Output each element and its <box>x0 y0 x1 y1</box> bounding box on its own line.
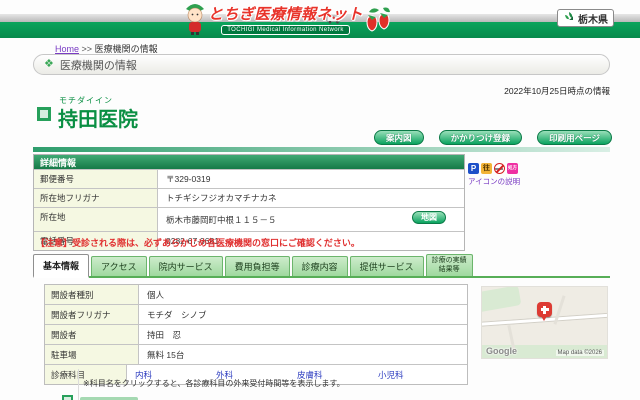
section-header: ❖ 医療機関の情報 <box>33 54 610 75</box>
row-value: トチギシフジオカマチナカネ <box>166 193 277 203</box>
row-value: モチダ シノブ <box>147 309 207 320</box>
row-label: 開設者 <box>45 325 139 344</box>
breadcrumb-current: 医療機関の情報 <box>94 44 158 54</box>
tab-results[interactable]: 診療の実績 結果等 <box>425 254 473 276</box>
map-thumbnail[interactable]: Google Map data ©2026 <box>481 286 608 359</box>
tab-bar: 基本情報 アクセス 院内サービス 費用負担等 診療内容 提供サービス 診療の実績… <box>33 250 610 278</box>
table-row: 開設者フリガナ モチダ シノブ <box>45 304 467 324</box>
prescription-icon: 処方 <box>507 163 518 174</box>
mascot-icon <box>182 0 208 41</box>
section-title: 医療機関の情報 <box>59 59 137 72</box>
table-row: 開設者種別 個人 <box>45 285 467 304</box>
google-logo: Google <box>486 346 517 356</box>
site-subtitle: TOCHIGI Medical Information Network <box>221 25 350 35</box>
row-value: 〒329-0319 <box>166 174 211 184</box>
page: とちぎ医療情報ネット TOCHIGI Medical Information N… <box>0 0 640 400</box>
site-title: とちぎ医療情報ネット <box>208 6 364 23</box>
diamond-icon: ❖ <box>44 58 54 70</box>
row-label: 所在地フリガナ <box>34 189 158 207</box>
row-label: 開設者フリガナ <box>45 305 139 324</box>
table-row: 所在地フリガナ トチギシフジオカマチナカネ <box>34 188 464 207</box>
tab-basic-info[interactable]: 基本情報 <box>33 254 90 278</box>
row-label: 所在地 <box>34 208 158 231</box>
title-underline-bar <box>33 147 610 152</box>
map-attribution: Map data ©2026 <box>555 350 604 356</box>
strawberries-icon <box>363 0 393 41</box>
table-row: 開設者 持田 忍 <box>45 324 467 344</box>
row-label: 郵便番号 <box>34 170 158 188</box>
site-logo: とちぎ医療情報ネット TOCHIGI Medical Information N… <box>182 0 393 38</box>
tab-medical-content[interactable]: 診療内容 <box>291 256 348 276</box>
row-label: 開設者種別 <box>45 285 139 304</box>
detail-table-header: 詳細情報 <box>34 155 464 169</box>
breadcrumb-separator: >> <box>81 44 93 54</box>
family-doctor-register-button[interactable]: かかりつけ登録 <box>438 130 523 145</box>
no-smoking-icon <box>494 163 505 174</box>
parking-icon: P <box>468 163 479 174</box>
map-button[interactable]: 地図 <box>412 211 446 224</box>
pref-label: 栃木県 <box>578 14 608 26</box>
pref-leaf-icon <box>563 11 575 26</box>
action-buttons: 案内図 かかりつけ登録 印刷用ページ <box>374 130 612 145</box>
department-link-pediatrics[interactable]: 小児科 <box>378 369 459 381</box>
breadcrumb-home-link[interactable]: Home <box>55 44 79 54</box>
table-row: 郵便番号 〒329-0319 <box>34 169 464 188</box>
facility-square-icon <box>37 107 51 121</box>
table-row: 駐車場 無料 15台 <box>45 344 467 364</box>
departments-footnote: ※科目名をクリックすると、各診療科目の外来受付時間等を表示します。 <box>83 379 345 388</box>
tab-cost-burden[interactable]: 費用負担等 <box>224 256 290 276</box>
print-page-button[interactable]: 印刷用ページ <box>537 130 612 145</box>
icon-legend-link[interactable]: アイコンの説明 <box>468 176 520 187</box>
house-call-icon: 往 <box>481 163 492 174</box>
row-value: 栃木市藤岡町中根１１５－５ 地図 <box>158 208 464 231</box>
tab-provided-services[interactable]: 提供サービス <box>349 256 424 276</box>
map-marker-icon <box>537 302 552 321</box>
data-date-note: 2022年10月25日時点の情報 <box>504 86 610 96</box>
guide-map-button[interactable]: 案内図 <box>374 130 424 145</box>
row-value: 無料 15台 <box>147 349 185 360</box>
next-section-square-icon <box>62 395 73 400</box>
icon-legend: P 往 処方 アイコンの説明 <box>468 163 520 187</box>
facility-name: 持田医院 <box>58 109 138 131</box>
row-value: 個人 <box>147 289 165 300</box>
row-label: 駐車場 <box>45 345 139 364</box>
table-row: 所在地 栃木市藤岡町中根１１５－５ 地図 <box>34 207 464 231</box>
basic-info-table: 開設者種別 個人 開設者フリガナ モチダ シノブ 開設者 持田 忍 駐車場 無料… <box>44 284 468 385</box>
divider <box>78 369 79 400</box>
address-text: 栃木市藤岡町中根１１５－５ <box>166 214 277 225</box>
tab-in-hospital-services[interactable]: 院内サービス <box>148 256 223 276</box>
tab-access[interactable]: アクセス <box>91 256 147 276</box>
map-park-area <box>482 287 522 313</box>
notice-text: 【注意】受診される際は、必ずあらかじめ各医療機関の窓口にご確認ください。 <box>36 238 360 248</box>
row-value: 持田 忍 <box>147 329 182 340</box>
tochigi-pref-button[interactable]: 栃木県 <box>557 9 614 27</box>
